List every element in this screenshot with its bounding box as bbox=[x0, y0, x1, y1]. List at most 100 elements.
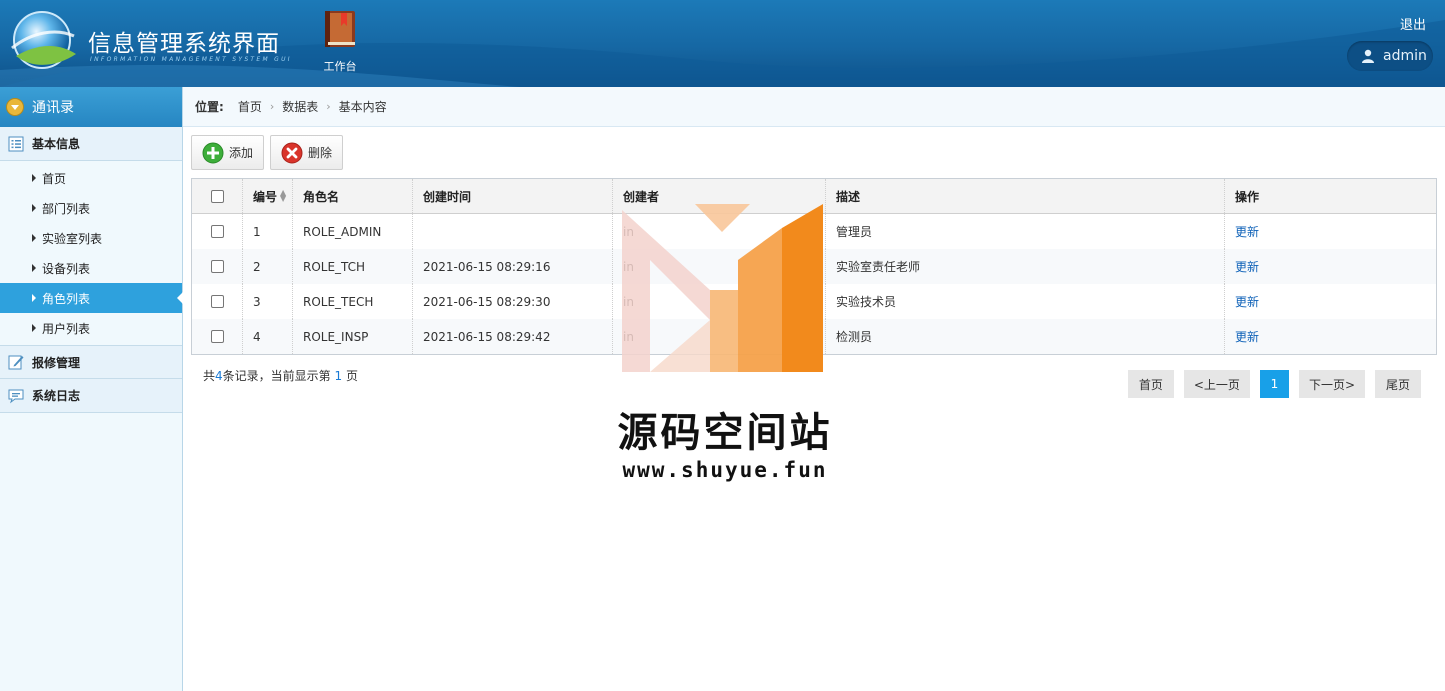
column-header-time: 创建时间 bbox=[413, 179, 613, 213]
workbench-button[interactable]: 工作台 bbox=[318, 10, 362, 74]
main-content: 位置: 首页 › 数据表 › 基本内容 添加 删除 编号 ▲ ▼ 角色名 创建时… bbox=[183, 87, 1445, 691]
last-page-button[interactable]: 尾页 bbox=[1375, 370, 1421, 398]
cell-time: 2021-06-15 08:29:42 bbox=[413, 319, 613, 354]
cell-name: ROLE_TCH bbox=[293, 249, 413, 284]
breadcrumb-item-basic[interactable]: 基本内容 bbox=[339, 98, 387, 115]
row-select-cell bbox=[192, 319, 243, 354]
workbench-label: 工作台 bbox=[323, 60, 357, 73]
edit-icon bbox=[8, 355, 24, 370]
pager-info-suffix: 页 bbox=[345, 369, 358, 383]
book-icon bbox=[325, 11, 355, 47]
update-link[interactable]: 更新 bbox=[1235, 258, 1259, 275]
column-header-desc: 描述 bbox=[826, 179, 1225, 213]
plus-circle-icon bbox=[202, 142, 224, 163]
column-header-label: 创建者 bbox=[623, 189, 660, 204]
pagination: 首页 <上一页 1 下一页> 尾页 bbox=[1127, 370, 1421, 398]
select-all-checkbox[interactable] bbox=[210, 189, 224, 203]
caret-right-icon bbox=[32, 294, 36, 302]
sidebar-group-repairs[interactable]: 报修管理 bbox=[0, 345, 182, 379]
cell-id: 4 bbox=[243, 319, 293, 354]
app-title: 信息管理系统界面 bbox=[88, 31, 280, 57]
row-checkbox[interactable] bbox=[210, 295, 224, 308]
table-row: 3 ROLE_TECH 2021-06-15 08:29:30 in 实验技术员… bbox=[192, 284, 1436, 319]
toolbar: 添加 删除 bbox=[191, 135, 344, 170]
cell-op: 更新 bbox=[1225, 249, 1436, 284]
table-row: 4 ROLE_INSP 2021-06-15 08:29:42 in 检测员 更… bbox=[192, 319, 1436, 354]
add-button[interactable]: 添加 bbox=[191, 135, 265, 170]
logout-link[interactable]: 退出 bbox=[1400, 14, 1426, 33]
breadcrumb: 位置: 首页 › 数据表 › 基本内容 bbox=[183, 87, 1445, 127]
prev-page-button[interactable]: <上一页 bbox=[1183, 370, 1250, 398]
current-page-button[interactable]: 1 bbox=[1259, 370, 1289, 398]
breadcrumb-separator-icon: › bbox=[326, 100, 331, 113]
sidebar-item-labs[interactable]: 实验室列表 bbox=[0, 223, 182, 253]
roles-table: 编号 ▲ ▼ 角色名 创建时间 创建者 描述 操作 1 ROLE_ADMIN in… bbox=[191, 178, 1437, 355]
update-link[interactable]: 更新 bbox=[1235, 293, 1259, 310]
pager-total: 4 bbox=[215, 369, 223, 383]
breadcrumb-label: 位置: bbox=[195, 100, 224, 114]
column-header-label: 编号 bbox=[253, 189, 278, 204]
caret-right-icon bbox=[32, 324, 36, 332]
breadcrumb-separator-icon: › bbox=[269, 100, 275, 113]
sidebar-item-label: 首页 bbox=[42, 171, 67, 186]
caret-right-icon bbox=[32, 204, 36, 212]
sidebar-item-roles[interactable]: 角色列表 bbox=[0, 283, 183, 313]
breadcrumb-item-home[interactable]: 首页 bbox=[238, 98, 262, 115]
first-page-button[interactable]: 首页 bbox=[1127, 370, 1174, 398]
next-page-button[interactable]: 下一页> bbox=[1298, 370, 1365, 398]
breadcrumb-item-datatable[interactable]: 数据表 bbox=[282, 98, 318, 115]
cell-name: ROLE_INSP bbox=[293, 319, 413, 354]
caret-right-icon bbox=[32, 234, 36, 242]
pager-info: 共4条记录，当前显示第 1 页 bbox=[203, 367, 358, 384]
sidebar-group-logs[interactable]: 系统日志 bbox=[0, 379, 182, 413]
add-button-label: 添加 bbox=[229, 146, 254, 160]
dropdown-circle-icon bbox=[6, 98, 24, 116]
update-link[interactable]: 更新 bbox=[1235, 328, 1259, 345]
table-row: 1 ROLE_ADMIN in 管理员 更新 bbox=[192, 214, 1436, 249]
delete-button[interactable]: 删除 bbox=[270, 135, 344, 170]
list-icon bbox=[8, 136, 24, 151]
cell-time bbox=[413, 214, 613, 249]
sidebar-top-label: 通讯录 bbox=[32, 100, 74, 116]
cell-desc: 管理员 bbox=[826, 214, 1225, 249]
user-icon bbox=[1362, 49, 1374, 63]
sidebar-item-label: 设备列表 bbox=[42, 261, 91, 276]
cell-creator: in bbox=[613, 284, 826, 319]
cell-op: 更新 bbox=[1225, 284, 1436, 319]
sidebar-item-departments[interactable]: 部门列表 bbox=[0, 193, 182, 223]
globe-logo-icon bbox=[11, 11, 76, 69]
table-header: 编号 ▲ ▼ 角色名 创建时间 创建者 描述 操作 bbox=[192, 179, 1436, 214]
sidebar-item-users[interactable]: 用户列表 bbox=[0, 313, 182, 343]
cell-id: 1 bbox=[243, 214, 293, 249]
sidebar-item-label: 实验室列表 bbox=[42, 231, 103, 246]
cell-desc: 实验室责任老师 bbox=[826, 249, 1225, 284]
row-checkbox[interactable] bbox=[210, 225, 224, 238]
cell-id: 2 bbox=[243, 249, 293, 284]
cell-creator: in bbox=[613, 249, 826, 284]
row-select-cell bbox=[192, 214, 243, 249]
cell-name: ROLE_ADMIN bbox=[293, 214, 413, 249]
column-header-creator: 创建者 bbox=[613, 179, 826, 213]
user-menu[interactable]: admin bbox=[1347, 41, 1433, 71]
sidebar-item-devices[interactable]: 设备列表 bbox=[0, 253, 182, 283]
column-header-label: 创建时间 bbox=[423, 189, 472, 204]
sidebar-item-home[interactable]: 首页 bbox=[0, 163, 182, 193]
cell-op: 更新 bbox=[1225, 214, 1436, 249]
caret-right-icon bbox=[32, 174, 36, 182]
update-link[interactable]: 更新 bbox=[1235, 223, 1259, 240]
sidebar-group-basic-info[interactable]: 基本信息 bbox=[0, 127, 182, 161]
cell-id: 3 bbox=[243, 284, 293, 319]
cell-time: 2021-06-15 08:29:30 bbox=[413, 284, 613, 319]
column-header-label: 操作 bbox=[1235, 189, 1260, 204]
sidebar-top-contacts[interactable]: 通讯录 bbox=[0, 87, 182, 127]
cell-name: ROLE_TECH bbox=[293, 284, 413, 319]
column-header-id[interactable]: 编号 ▲ ▼ bbox=[243, 179, 293, 213]
cell-desc: 实验技术员 bbox=[826, 284, 1225, 319]
x-circle-icon bbox=[281, 142, 303, 163]
row-checkbox[interactable] bbox=[210, 330, 224, 343]
top-header: 信息管理系统界面 INFORMATION MANAGEMENT SYSTEM G… bbox=[0, 0, 1445, 87]
pager-page: 1 bbox=[334, 369, 343, 383]
cell-time: 2021-06-15 08:29:16 bbox=[413, 249, 613, 284]
row-select-cell bbox=[192, 284, 243, 319]
row-checkbox[interactable] bbox=[210, 260, 224, 273]
